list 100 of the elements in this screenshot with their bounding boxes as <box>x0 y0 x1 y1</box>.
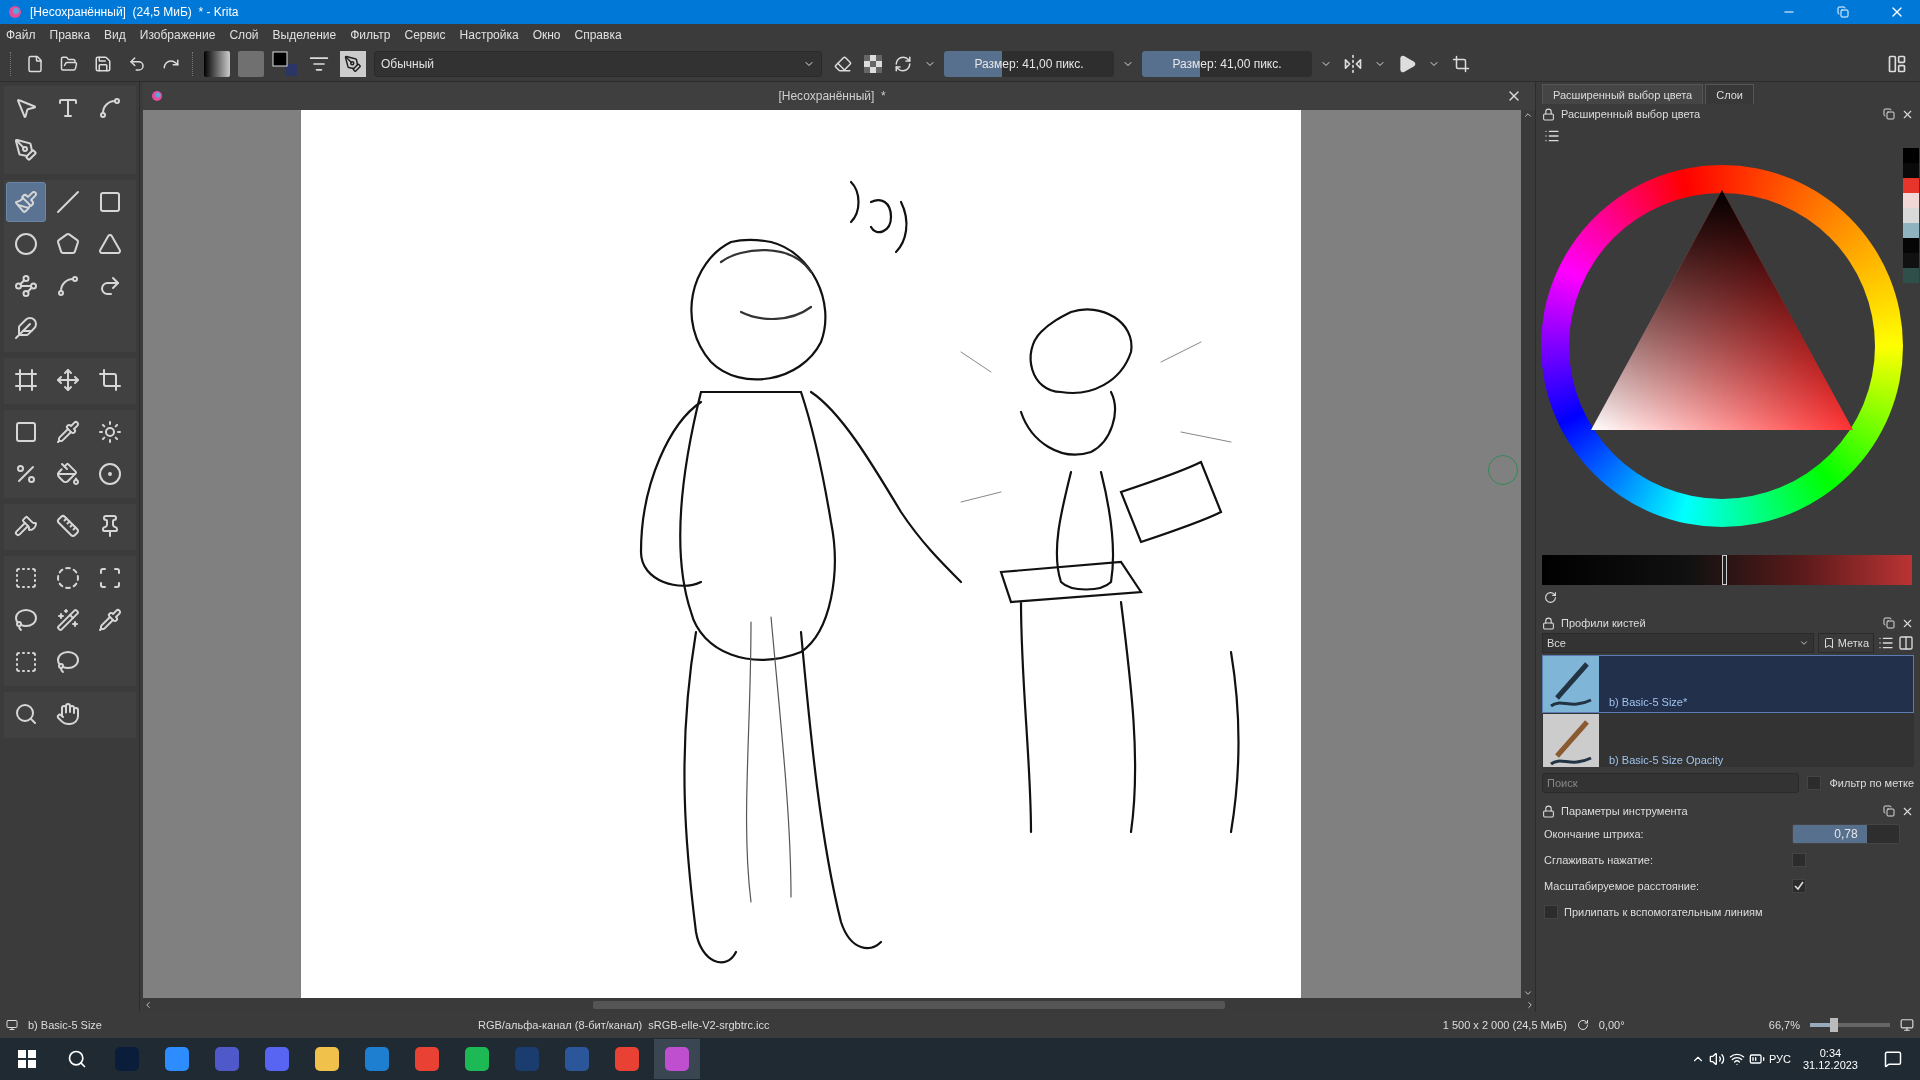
checkbox[interactable] <box>1792 853 1806 867</box>
checkbox-label: Фильтр по метке <box>1829 777 1914 789</box>
float-icon[interactable] <box>1883 108 1895 120</box>
app-icon <box>515 1047 539 1071</box>
recent-color-swatch[interactable] <box>1903 193 1919 208</box>
brush-thumbnail-icon <box>1543 714 1599 767</box>
float-icon[interactable] <box>1883 805 1895 817</box>
brush-preset-button[interactable] <box>340 50 366 77</box>
magic-wand-icon <box>56 608 80 632</box>
rectangle-icon <box>98 190 122 214</box>
option-label: Масштабируемое расстояние: <box>1544 880 1701 892</box>
color-strip[interactable] <box>1542 555 1912 585</box>
menu-item[interactable]: Файл <box>6 28 36 42</box>
text-icon <box>56 96 80 120</box>
volume-icon[interactable] <box>1708 1051 1725 1067</box>
panel-title: Расширенный выбор цвета <box>1561 108 1702 120</box>
menu-item[interactable]: Справка <box>574 28 622 42</box>
foreground-background-colors-icon[interactable] <box>272 50 298 77</box>
brush-preset-item[interactable]: b) Basic-5 Size* <box>1542 655 1914 713</box>
app-icon <box>415 1047 439 1071</box>
crop-icon <box>1452 54 1470 73</box>
language-indicator[interactable]: РУС <box>1768 1053 1791 1065</box>
option-label: Сглаживать нажатие: <box>1544 854 1654 866</box>
save-icon <box>94 54 112 73</box>
document-icon <box>26 54 44 73</box>
menu-item[interactable]: Выделение <box>272 28 337 42</box>
menu-icon[interactable] <box>1878 635 1894 651</box>
menu-item[interactable]: Окно <box>532 28 561 42</box>
scrollbar-thumb[interactable] <box>593 1001 1225 1009</box>
undo-icon <box>128 54 146 73</box>
recent-color-swatch[interactable] <box>1903 163 1919 178</box>
bookmark-icon <box>1822 637 1835 649</box>
recent-color-swatch[interactable] <box>1903 253 1919 268</box>
restore-icon <box>1837 6 1849 18</box>
menu-item[interactable]: Правка <box>49 28 91 42</box>
search-field[interactable]: Поиск <box>1542 773 1800 793</box>
notifications-icon <box>1884 1050 1902 1068</box>
lock-icon[interactable] <box>1542 107 1555 121</box>
tag-button[interactable]: Метка <box>1817 633 1874 653</box>
scroll-up-icon[interactable] <box>1523 110 1533 120</box>
status-preset: b) Basic-5 Size <box>28 1019 103 1031</box>
eyedropper-icon <box>56 420 80 444</box>
dock-tab[interactable]: Расширенный выбор цвета <box>1542 84 1704 104</box>
menu-item[interactable]: Изображение <box>139 28 216 42</box>
scroll-left-icon[interactable] <box>143 1000 153 1010</box>
scroll-down-icon[interactable] <box>1523 988 1533 998</box>
scroll-right-icon[interactable] <box>1525 1000 1535 1010</box>
checkbox[interactable] <box>1792 879 1806 893</box>
wifi-icon[interactable] <box>1728 1051 1745 1067</box>
lock-icon[interactable] <box>1542 616 1555 630</box>
app-icon <box>465 1047 489 1071</box>
ellipse-icon <box>14 232 38 256</box>
fill-icon <box>56 462 80 486</box>
recent-color-swatch[interactable] <box>1903 238 1919 253</box>
panel-title: Профили кистей <box>1561 617 1647 629</box>
layout-icon <box>1887 53 1907 74</box>
measure-icon <box>56 514 80 538</box>
rotation-icon[interactable] <box>1576 1019 1589 1031</box>
clock-date[interactable]: 31.12.2023 <box>1802 1059 1858 1071</box>
option-label: Прилипать к вспомогательным линиям <box>1564 906 1764 918</box>
dock-tab[interactable]: Слои <box>1705 84 1754 104</box>
recent-color-swatch[interactable] <box>1903 208 1919 223</box>
lasso-icon <box>14 608 38 632</box>
app-icon <box>215 1047 239 1071</box>
menu-item[interactable]: Вид <box>104 28 126 42</box>
triangle-icon <box>1397 53 1417 74</box>
brush-thumbnail-icon <box>1543 656 1599 712</box>
view-mode-icon[interactable] <box>1898 635 1914 651</box>
menu-item[interactable]: Настройка <box>459 28 519 42</box>
lock-icon[interactable] <box>1542 804 1555 818</box>
float-icon[interactable] <box>1883 617 1895 629</box>
status-rotation: 0,00° <box>1598 1019 1626 1031</box>
crop-icon <box>98 368 122 392</box>
refresh-icon[interactable] <box>1544 591 1557 604</box>
curve-icon <box>56 274 80 298</box>
tool-button[interactable] <box>6 182 46 222</box>
tag-filter-dropdown[interactable]: Все <box>1542 633 1814 653</box>
pattern-swatch[interactable] <box>238 50 264 77</box>
recent-color-swatch[interactable] <box>1903 178 1919 193</box>
recent-color-swatch[interactable] <box>1903 223 1919 238</box>
checkbox[interactable] <box>1807 776 1822 790</box>
menu-item[interactable]: Сервис <box>404 28 446 42</box>
battery-icon[interactable] <box>1748 1051 1765 1067</box>
app-icon <box>565 1047 589 1071</box>
menu-item[interactable]: Слой <box>229 28 259 42</box>
move-icon <box>56 368 80 392</box>
blend-mode-dropdown[interactable]: Обычный <box>374 50 822 77</box>
ellipse-select-icon <box>56 566 80 590</box>
recent-color-swatch[interactable] <box>1903 268 1919 283</box>
app-logo-icon <box>8 5 22 19</box>
recent-color-swatch[interactable] <box>1903 148 1919 163</box>
menu-item[interactable]: Фильтр <box>350 28 391 42</box>
checkbox[interactable] <box>1544 905 1558 919</box>
pointer-icon <box>14 96 38 120</box>
clock-time[interactable]: 0:34 <box>1819 1047 1842 1059</box>
gradient-swatch[interactable] <box>204 50 230 77</box>
option-slider[interactable]: 0,78 <box>1792 824 1900 844</box>
search-icon <box>67 1049 87 1069</box>
status-image-size: 1 500 x 2 000 (24,5 МиБ) <box>1442 1019 1567 1031</box>
settings-list-icon[interactable] <box>1544 128 1560 144</box>
